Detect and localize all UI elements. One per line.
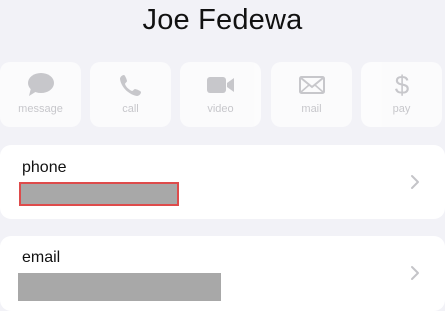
message-label: message — [18, 103, 63, 115]
phone-label: phone — [22, 159, 67, 176]
message-bubble-icon — [0, 72, 81, 98]
phone-icon — [90, 72, 171, 98]
video-button[interactable]: video — [180, 62, 261, 127]
phone-value-redacted[interactable] — [19, 182, 179, 206]
email-value-redacted[interactable] — [18, 273, 221, 301]
video-camera-icon — [180, 72, 261, 98]
envelope-icon — [271, 72, 352, 98]
call-button[interactable]: call — [90, 62, 171, 127]
video-label: video — [207, 103, 234, 115]
dollar-icon: $ — [361, 71, 442, 99]
svg-text:$: $ — [394, 71, 409, 99]
pay-button[interactable]: $ pay — [361, 62, 442, 127]
mail-button[interactable]: mail — [271, 62, 352, 127]
chevron-right-icon — [411, 266, 419, 280]
quick-actions-bar: message call video mail $ pay — [0, 62, 445, 128]
call-label: call — [122, 103, 139, 115]
email-row[interactable]: email — [0, 236, 445, 311]
email-label: email — [22, 249, 61, 266]
mail-label: mail — [301, 103, 322, 115]
contact-name: Joe Fedewa — [142, 4, 303, 36]
phone-row[interactable]: phone — [0, 145, 445, 219]
chevron-right-icon — [411, 175, 419, 189]
pay-label: pay — [392, 103, 411, 115]
message-button[interactable]: message — [0, 62, 81, 127]
